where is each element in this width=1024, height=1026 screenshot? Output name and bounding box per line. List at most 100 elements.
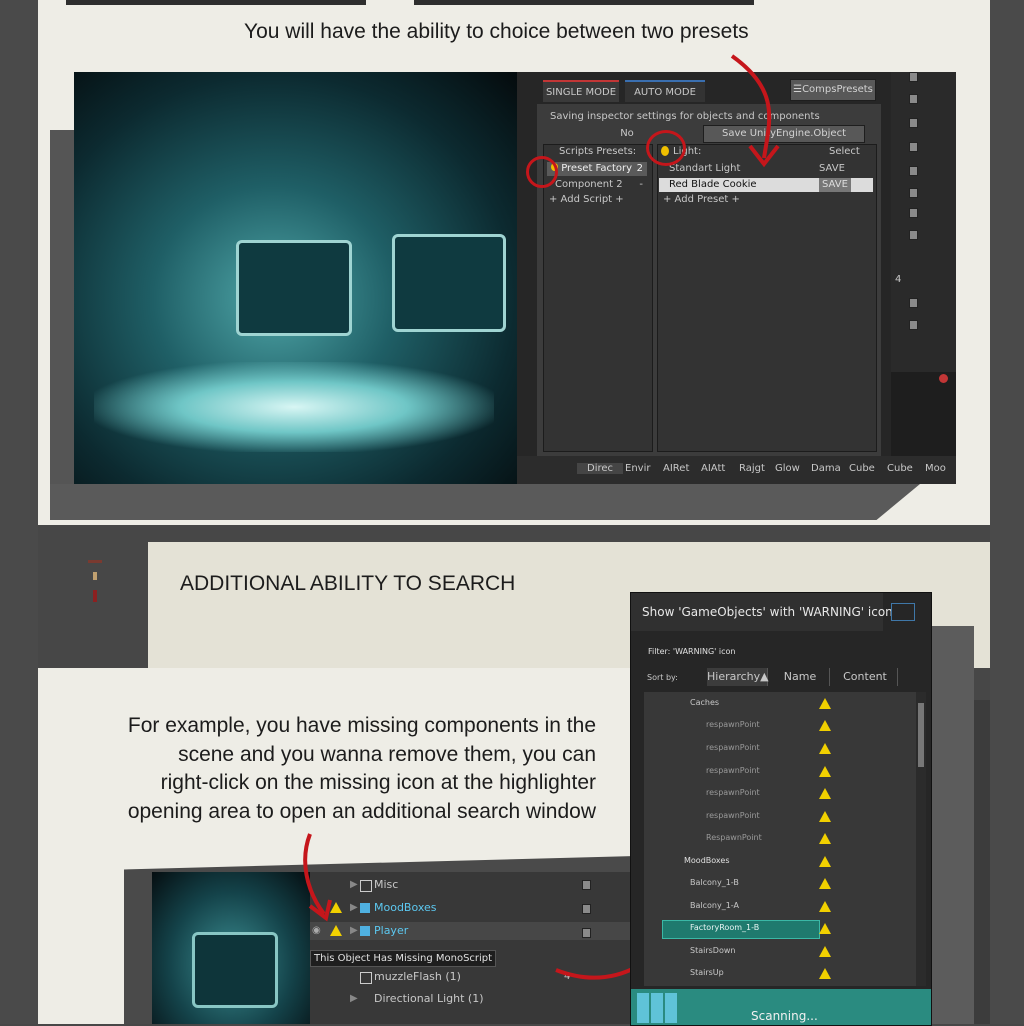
- example-line: right-click on the missing icon at the h…: [160, 771, 596, 794]
- warning-icon: [819, 698, 831, 709]
- script-name: Component 2: [555, 179, 623, 190]
- bottom-tab[interactable]: Envir: [625, 463, 650, 474]
- result-name: respawnPoint: [706, 766, 760, 775]
- script-count: -: [639, 179, 643, 190]
- red-arrow: [303, 833, 332, 922]
- sort-content-button[interactable]: Content: [833, 668, 898, 686]
- sort-name-button[interactable]: Name: [771, 668, 830, 686]
- script-icon: [909, 142, 918, 152]
- warning-icon[interactable]: [330, 925, 342, 936]
- red-arrow: [730, 54, 780, 168]
- result-row[interactable]: Balcony_1-A: [644, 897, 914, 917]
- bottom-tab[interactable]: Moo: [925, 463, 946, 474]
- cube-icon: [360, 972, 372, 984]
- result-row[interactable]: StairsDown: [644, 942, 914, 962]
- highlight-circle: [526, 156, 558, 188]
- panel-shadow: [50, 130, 74, 520]
- warning-icon: [819, 743, 831, 754]
- warning-icon: [819, 766, 831, 777]
- result-row[interactable]: respawnPoint: [644, 739, 914, 759]
- right-gray-margin: [990, 0, 1024, 1024]
- foldout-arrow-icon: ▶: [350, 993, 358, 1004]
- bottom-tab[interactable]: Glow: [775, 463, 800, 474]
- script-icon: [909, 166, 918, 176]
- row-label: MoodBoxes: [374, 901, 437, 914]
- script-icon: [909, 298, 918, 308]
- warning-icon: [819, 788, 831, 799]
- result-row[interactable]: respawnPoint: [644, 807, 914, 827]
- sort-hierarchy-button[interactable]: Hierarchy▲: [707, 668, 769, 686]
- result-name: StairsUp: [690, 968, 724, 977]
- bottom-tab[interactable]: AIAtt: [701, 463, 725, 474]
- grid-icon: [637, 993, 679, 1023]
- result-name: respawnPoint: [706, 720, 760, 729]
- layout-icon[interactable]: [891, 603, 915, 621]
- preset-save-button[interactable]: SAVE: [819, 162, 845, 176]
- preset-save-button[interactable]: SAVE: [819, 178, 851, 192]
- example-line: For example, you have missing components…: [127, 714, 596, 737]
- result-row[interactable]: RespawnPoint: [644, 829, 914, 849]
- add-script-button[interactable]: + Add Script +: [549, 194, 624, 205]
- missing-script-tooltip: This Object Has Missing MonoScript: [310, 950, 497, 967]
- script-icon: [909, 188, 918, 198]
- script-icon: [909, 118, 918, 128]
- bottom-tab[interactable]: Direc: [577, 463, 624, 474]
- scrollbar-thumb[interactable]: [918, 703, 924, 767]
- result-name: respawnPoint: [706, 788, 760, 797]
- warning-icon: [819, 833, 831, 844]
- result-row[interactable]: respawnPoint: [644, 784, 914, 804]
- foldout-arrow-icon: ▶: [350, 902, 358, 913]
- cube-icon: [360, 903, 370, 913]
- result-row[interactable]: respawnPoint: [644, 716, 914, 736]
- scripts-presets-label: Scripts Presets:: [559, 146, 637, 157]
- script-icon: [909, 320, 918, 330]
- select-button[interactable]: Select: [829, 146, 860, 157]
- sort-by-label: Sort by:: [647, 673, 678, 682]
- result-row[interactable]: Caches: [644, 694, 914, 714]
- script-icon: [909, 230, 918, 240]
- bottom-tab[interactable]: Dama: [811, 463, 841, 474]
- panel-shadow-bottom: [50, 484, 920, 520]
- result-row[interactable]: StairsUp: [644, 964, 914, 984]
- result-row[interactable]: Balcony_1-B: [644, 874, 914, 894]
- scene-glow: [94, 362, 494, 452]
- top-bar-left: [66, 0, 366, 5]
- foldout-arrow-icon: ▶: [350, 925, 358, 936]
- section2-title: ADDITIONAL ABILITY TO SEARCH: [180, 572, 516, 595]
- result-row-selected[interactable]: FactoryRoom_1-B: [644, 919, 914, 939]
- search-shadow: [930, 626, 974, 1024]
- result-row[interactable]: MoodBoxes: [644, 852, 914, 872]
- result-name: Caches: [690, 698, 720, 707]
- scene-monitor-1: [236, 240, 352, 336]
- eye-icon[interactable]: ◉: [312, 922, 321, 940]
- script-item[interactable]: Component 2 -: [547, 178, 647, 192]
- warning-icon: [819, 923, 831, 934]
- top-bar-right: [414, 0, 754, 5]
- filter-label: Filter: 'WARNING' icon: [648, 647, 736, 656]
- cube-icon: [360, 926, 370, 936]
- script-icon: [582, 880, 591, 890]
- tab-auto-mode[interactable]: AUTO MODE: [625, 80, 705, 102]
- bottom-tab[interactable]: Rajgt: [739, 463, 765, 474]
- warning-icon: [819, 878, 831, 889]
- close-icon[interactable]: [939, 374, 948, 383]
- bottom-tab[interactable]: Cube: [849, 463, 875, 474]
- bottom-tab[interactable]: Cube: [887, 463, 913, 474]
- search-window-title: Show 'GameObjects' with 'WARNING' icon: [642, 605, 893, 619]
- script-icon: [582, 928, 591, 938]
- script-count: 2: [636, 163, 643, 174]
- bottom-tab[interactable]: AIRet: [663, 463, 689, 474]
- script-item[interactable]: Preset Factory 2: [547, 162, 647, 176]
- result-row[interactable]: respawnPoint: [644, 762, 914, 782]
- comps-presets-button[interactable]: ☰CompsPresets: [790, 79, 876, 101]
- preset-item[interactable]: Red Blade Cookie SAVE: [659, 178, 873, 192]
- right-icon-strip: 4: [891, 72, 956, 372]
- script-icon: [582, 904, 591, 914]
- result-name: respawnPoint: [706, 811, 760, 820]
- add-preset-button[interactable]: + Add Preset +: [663, 194, 740, 205]
- tab-single-mode[interactable]: SINGLE MODE: [543, 80, 619, 102]
- warning-icon: [819, 856, 831, 867]
- result-name: respawnPoint: [706, 743, 760, 752]
- warning-icon: [819, 968, 831, 979]
- left-gray-margin: [0, 0, 38, 1024]
